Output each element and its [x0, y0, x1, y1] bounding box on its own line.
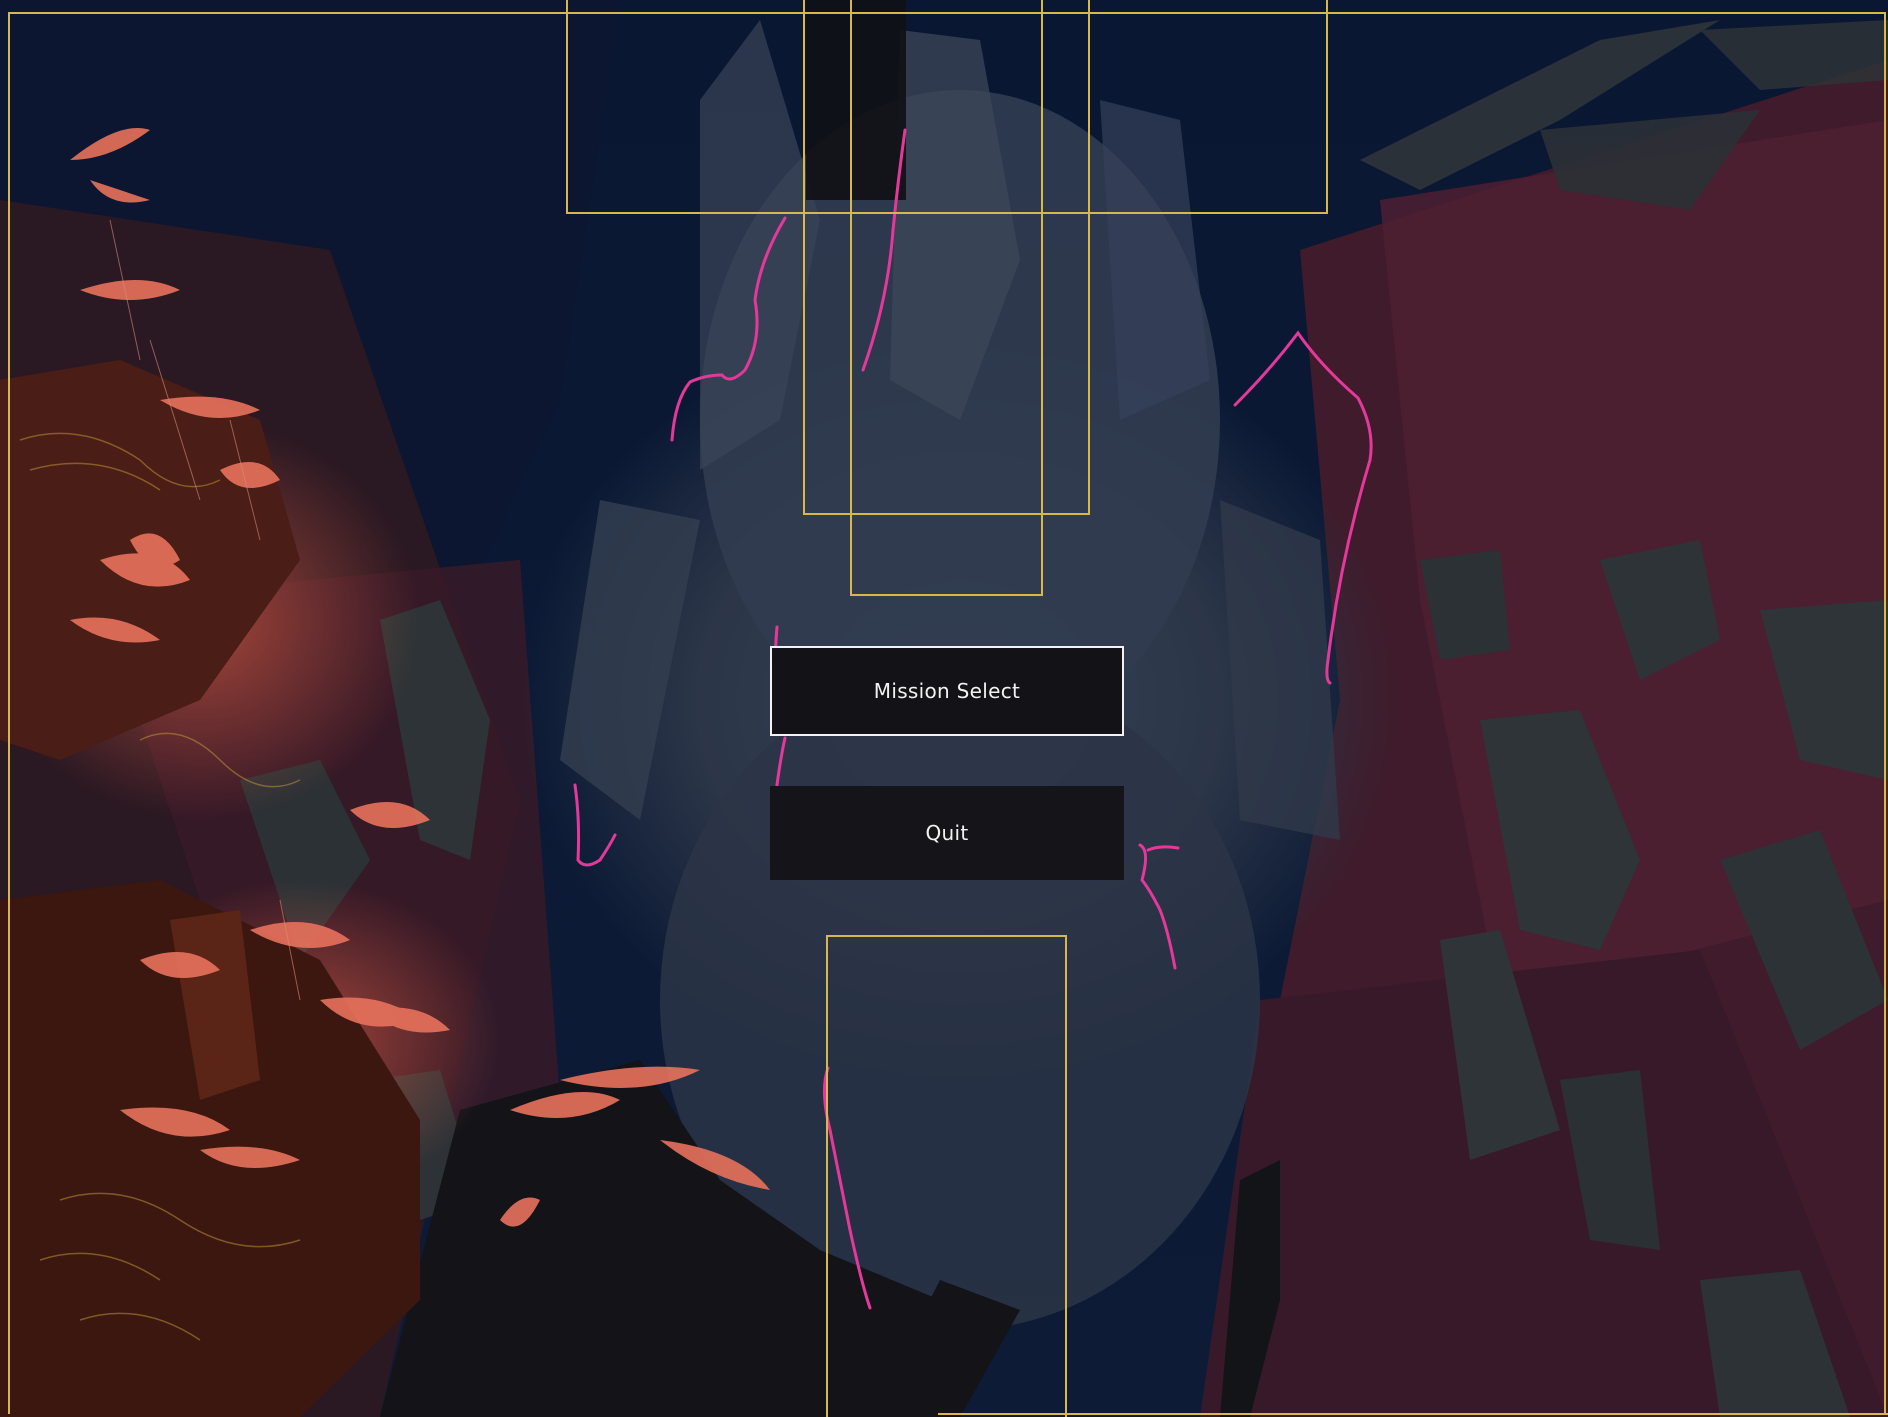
game-main-menu-screen: Mission Select Quit [0, 0, 1888, 1417]
mission-select-button[interactable]: Mission Select [770, 646, 1124, 736]
quit-button[interactable]: Quit [770, 786, 1124, 880]
mission-select-label: Mission Select [873, 679, 1021, 703]
quit-label: Quit [925, 821, 969, 845]
